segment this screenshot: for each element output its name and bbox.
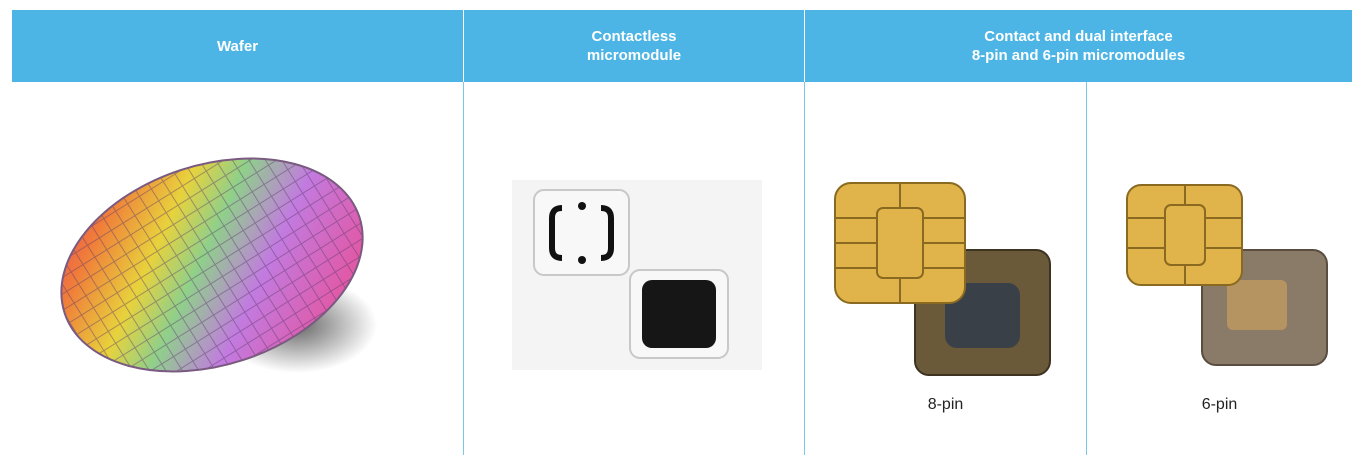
- wafer-image: [60, 157, 377, 373]
- column-divider: [463, 82, 464, 455]
- six-pin-module-image: [1126, 184, 1328, 366]
- caption-6-pin: 6-pin: [1201, 396, 1238, 413]
- caption-8-pin: 8-pin: [927, 396, 964, 413]
- header-contact-dual: Contact and dual interface 8-pin and 6-p…: [971, 28, 1186, 64]
- header-contactless: Contactless micromodule: [586, 28, 682, 64]
- eight-pin-module-image: [834, 182, 1051, 376]
- micromodule-table: Wafer Contactless micromodule Contact an…: [12, 10, 1352, 455]
- contactless-module-image: [512, 180, 762, 370]
- table-header: Wafer Contactless micromodule Contact an…: [12, 10, 1352, 82]
- header-wafer: Wafer: [216, 37, 259, 55]
